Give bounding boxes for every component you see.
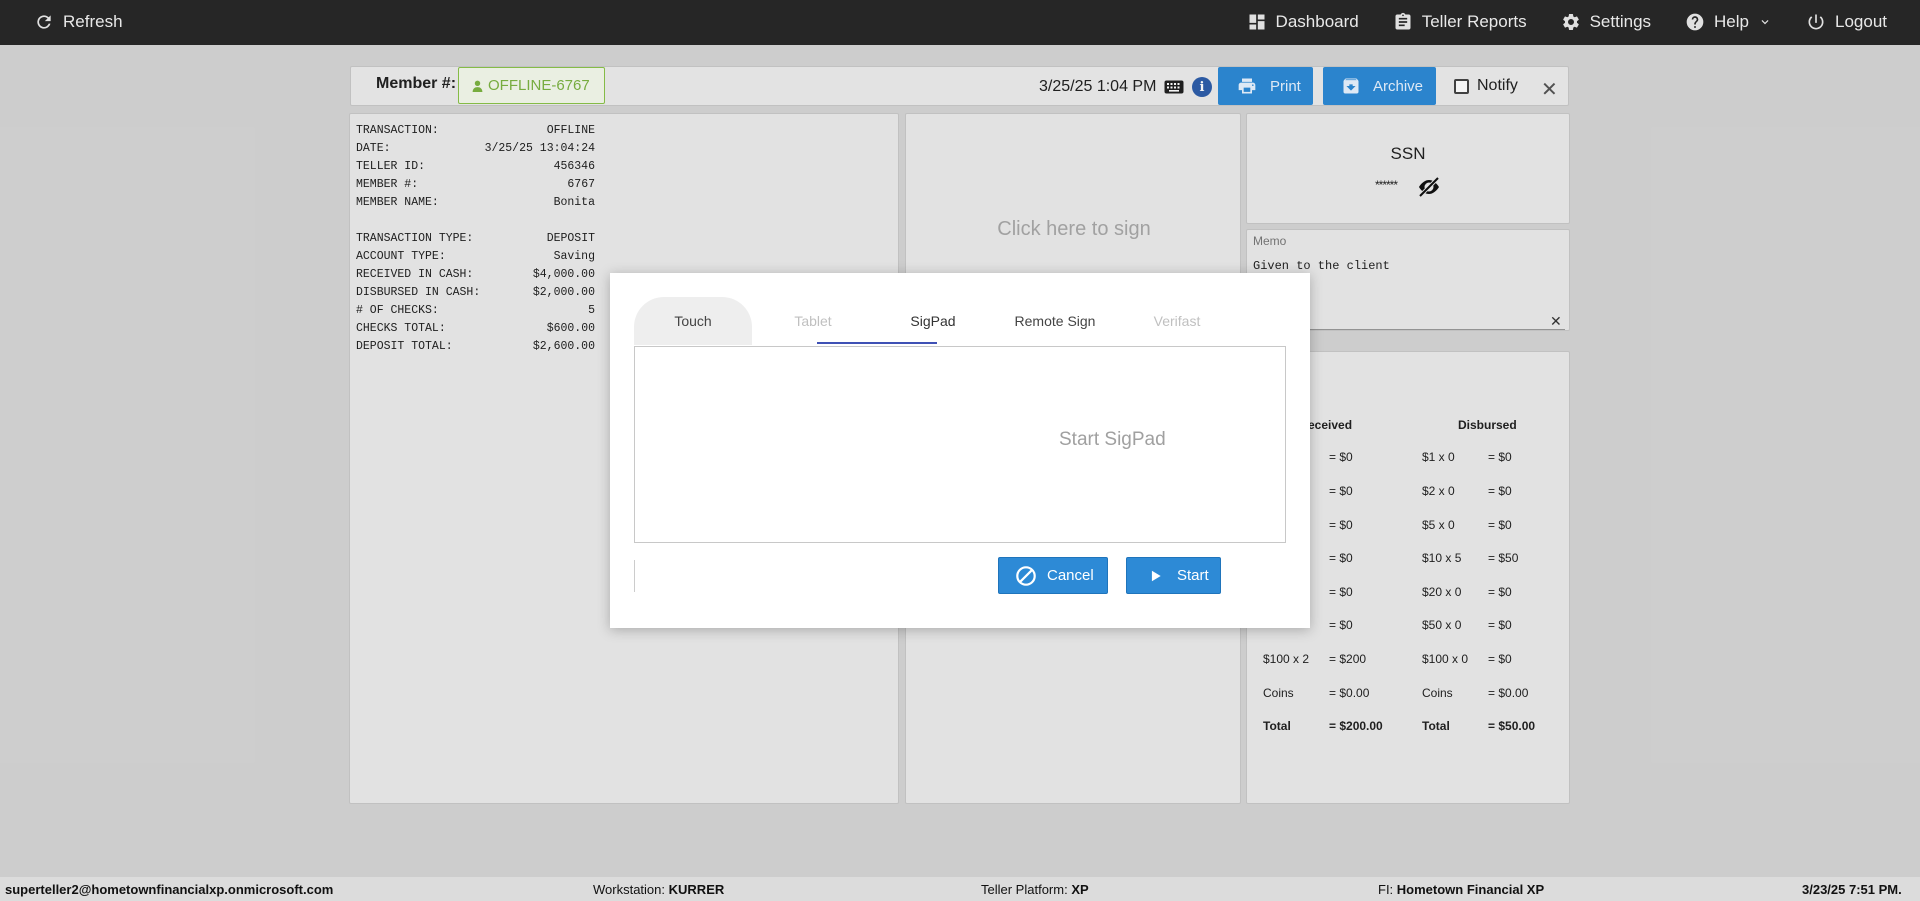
settings-link[interactable]: Settings <box>1561 12 1651 32</box>
status-platform: Teller Platform: XP <box>981 882 1089 897</box>
teller-reports-label: Teller Reports <box>1421 12 1527 31</box>
clipboard-icon <box>1395 12 1411 30</box>
top-navbar: Refresh Dashboard Teller Reports Setting… <box>0 0 1920 45</box>
topbar-right-menu: Dashboard Teller Reports Settings Help L… <box>1247 12 1887 32</box>
gear-icon <box>1562 13 1579 31</box>
teller-reports-link[interactable]: Teller Reports <box>1393 12 1527 32</box>
tab-sigpad[interactable]: SigPad <box>874 297 992 345</box>
status-fi: FI: Hometown Financial XP <box>1378 882 1544 897</box>
cancel-label: Cancel <box>1047 567 1094 584</box>
dashboard-link[interactable]: Dashboard <box>1247 12 1359 32</box>
fi-value: Hometown Financial XP <box>1396 882 1545 897</box>
tab-remote-sign[interactable]: Remote Sign <box>996 297 1114 345</box>
settings-label: Settings <box>1589 12 1652 31</box>
sigpad-area[interactable]: Start SigPad <box>634 346 1286 543</box>
start-sigpad-text: Start SigPad <box>1059 429 1166 450</box>
status-user: superteller2@hometownfinancialxp.onmicro… <box>5 882 334 897</box>
start-label: Start <box>1177 567 1209 584</box>
status-workstation: Workstation: KURRER <box>593 882 724 897</box>
dashboard-label: Dashboard <box>1275 12 1359 31</box>
help-icon <box>1686 13 1704 31</box>
signature-capture-dialog: Touch Tablet SigPad Remote Sign Verifast… <box>610 273 1310 628</box>
refresh-label: Refresh <box>63 12 123 31</box>
refresh-button[interactable]: Refresh <box>34 12 123 32</box>
help-menu[interactable]: Help <box>1685 12 1772 32</box>
ban-icon <box>1016 565 1036 586</box>
help-label: Help <box>1714 12 1749 31</box>
chevron-down-icon <box>1761 20 1769 25</box>
tab-verifast[interactable]: Verifast <box>1118 297 1236 345</box>
workstation-value: KURRER <box>668 882 725 897</box>
dashboard-icon <box>1249 14 1265 30</box>
logout-label: Logout <box>1835 12 1887 31</box>
cancel-button[interactable]: Cancel <box>998 557 1108 594</box>
refresh-icon <box>37 15 51 29</box>
divider <box>634 560 635 592</box>
workstation-label: Workstation: <box>593 882 666 897</box>
tab-tablet[interactable]: Tablet <box>754 297 872 345</box>
power-icon <box>1808 14 1824 30</box>
status-bar: superteller2@hometownfinancialxp.onmicro… <box>0 877 1920 901</box>
platform-label: Teller Platform: <box>981 882 1068 897</box>
start-button[interactable]: Start <box>1126 557 1221 594</box>
active-tab-indicator <box>817 342 937 344</box>
logout-link[interactable]: Logout <box>1806 12 1887 32</box>
tab-touch[interactable]: Touch <box>634 297 752 345</box>
play-icon <box>1151 570 1161 581</box>
status-datetime: 3/23/25 7:51 PM. <box>1802 882 1902 897</box>
platform-value: XP <box>1071 882 1089 897</box>
fi-label: FI: <box>1378 882 1394 897</box>
